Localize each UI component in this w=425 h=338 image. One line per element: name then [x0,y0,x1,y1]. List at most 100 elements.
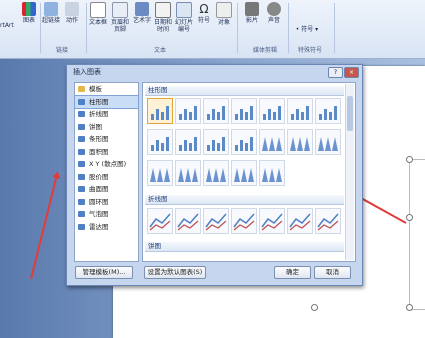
chart-subtype-tile[interactable] [315,129,341,155]
gallery-scrollbar[interactable] [345,84,354,260]
chart-thumb-line [233,213,255,231]
chart-thumb-bar [161,112,164,120]
chart-thumb-line [289,213,311,231]
chart-subtype-tile[interactable] [315,208,341,234]
chart-subtype-tile[interactable] [231,98,257,124]
object-button[interactable]: 对象 [214,2,234,26]
header-footer-button[interactable]: 页眉和 页脚 [110,2,130,33]
chart-thumb-bar [207,145,210,151]
chart-subtype-tile[interactable] [147,160,173,186]
chart-subtype-tile[interactable] [259,160,285,186]
chart-subtype-tile[interactable] [259,129,285,155]
scrollbar-thumb[interactable] [347,96,353,131]
chart-subtype-tile[interactable] [175,208,201,234]
resize-handle[interactable] [406,156,413,163]
chart-thumb-cone [178,168,184,182]
chart-thumb-bar [151,145,154,151]
chart-subtype-tile[interactable] [231,208,257,234]
chart-subtype-tile[interactable] [147,208,173,234]
chart-type-label: 曲面图 [89,185,109,193]
chart-thumb-cone [150,168,156,182]
chart-subtype-tile[interactable] [147,98,173,124]
chart-type-item[interactable]: 曲面图 [75,183,138,196]
chart-subtype-tile[interactable] [259,208,285,234]
chart-type-item[interactable]: 模板 [75,83,138,96]
chart-gallery[interactable]: 柱形图 折线图 饼图 [142,82,356,262]
chart-button[interactable]: 图表 [20,2,38,24]
chart-subtype-tile[interactable] [203,129,229,155]
slide-number-button[interactable]: 幻灯片 编号 [174,2,194,33]
chart-type-item[interactable]: 面积图 [75,146,138,159]
chart-thumb-cone [213,168,219,182]
chart-type-item[interactable]: X Y (散点图) [75,158,138,171]
chart-thumb-cone [290,137,296,151]
chart-thumb-bar [240,109,243,120]
chart-thumb-line [205,213,227,231]
cancel-button[interactable]: 取消 [314,266,351,279]
chart-thumb-bar [166,106,169,120]
sound-button[interactable]: 声音 [264,2,284,24]
chart-thumb-bar [324,109,327,120]
chart-type-icon [78,161,85,167]
chart-subtype-tile[interactable] [147,129,173,155]
resize-handle[interactable] [406,304,413,311]
chart-subtype-tile[interactable] [203,98,229,124]
chart-type-list[interactable]: 模板 柱形图 折线图 饼图 条形图 面积图 X Y (散点图) 股价图 曲面图圆环图 气泡图雷达图 [74,82,139,262]
action-button[interactable]: 动作 [62,2,82,24]
chart-subtype-tile[interactable] [203,208,229,234]
chart-subtype-tile[interactable] [231,129,257,155]
speaker-icon [267,2,281,16]
chart-type-item[interactable]: 雷达图 [75,221,138,234]
chart-subtype-tile[interactable] [175,160,201,186]
chart-type-item[interactable]: 饼图 [75,121,138,134]
chart-thumb-bar [235,114,238,120]
movie-button[interactable]: 影片 [242,2,262,24]
chart-subtype-tile[interactable] [175,98,201,124]
set-default-chart-button[interactable]: 设置为默认图表(S) [144,266,206,279]
chart-type-label: 气泡图 [89,210,109,218]
chart-type-item[interactable]: 柱形图 [74,94,139,109]
chart-thumb-bar [179,145,182,151]
ok-button[interactable]: 确定 [274,266,311,279]
manage-templates-button[interactable]: 管理模板(M)... [75,266,133,279]
chart-subtype-tile[interactable] [231,160,257,186]
chart-thumb-bar [306,106,309,120]
chart-thumb-cone [262,137,268,151]
resize-handle[interactable] [406,214,413,221]
chart-subtype-tile[interactable] [315,98,341,124]
chart-thumb-bar [212,109,215,120]
textbox-button[interactable]: 文本框 [88,2,108,26]
chart-thumb-line [317,213,339,231]
chart-thumb-bar [207,114,210,120]
chart-type-item[interactable]: 气泡图 [75,208,138,221]
resize-handle[interactable] [311,304,318,311]
chart-subtype-tile[interactable] [259,98,285,124]
chart-type-item[interactable]: 条形图 [75,133,138,146]
chart-type-item[interactable]: 圆环图 [75,196,138,209]
chart-subtype-tile[interactable] [203,160,229,186]
chart-subtype-tile[interactable] [287,98,313,124]
hyperlink-button[interactable]: 超链接 [41,2,61,24]
chart-subtype-tile[interactable] [287,129,313,155]
chart-thumb-bar [268,109,271,120]
chart-thumb-bar [245,112,248,120]
symbol-button[interactable]: Ω 符号 [195,2,213,24]
chart-thumb-bar [184,109,187,120]
group-links-label: 链接 [55,47,68,54]
chart-type-item[interactable]: 折线图 [75,108,138,121]
chart-type-item[interactable]: 股价图 [75,171,138,184]
chart-subtype-tile[interactable] [175,129,201,155]
wordart-button[interactable]: 艺术字 [132,2,152,24]
chart-thumb-bar [250,137,253,151]
special-symbol-button[interactable]: • 符号 ▾ [293,26,321,33]
close-button[interactable]: × [344,67,359,78]
chart-thumb-bar [189,112,192,120]
content-placeholder[interactable] [409,159,425,310]
datetime-button[interactable]: 日期和 时间 [153,2,173,33]
chart-thumb-cone [276,168,282,182]
help-button[interactable]: ? [328,67,343,78]
smartart-button-partial[interactable]: rtArt [0,22,14,29]
chart-subtype-tile[interactable] [287,208,313,234]
dialog-title: 插入图表 [73,68,101,76]
chart-type-icon [78,86,85,92]
